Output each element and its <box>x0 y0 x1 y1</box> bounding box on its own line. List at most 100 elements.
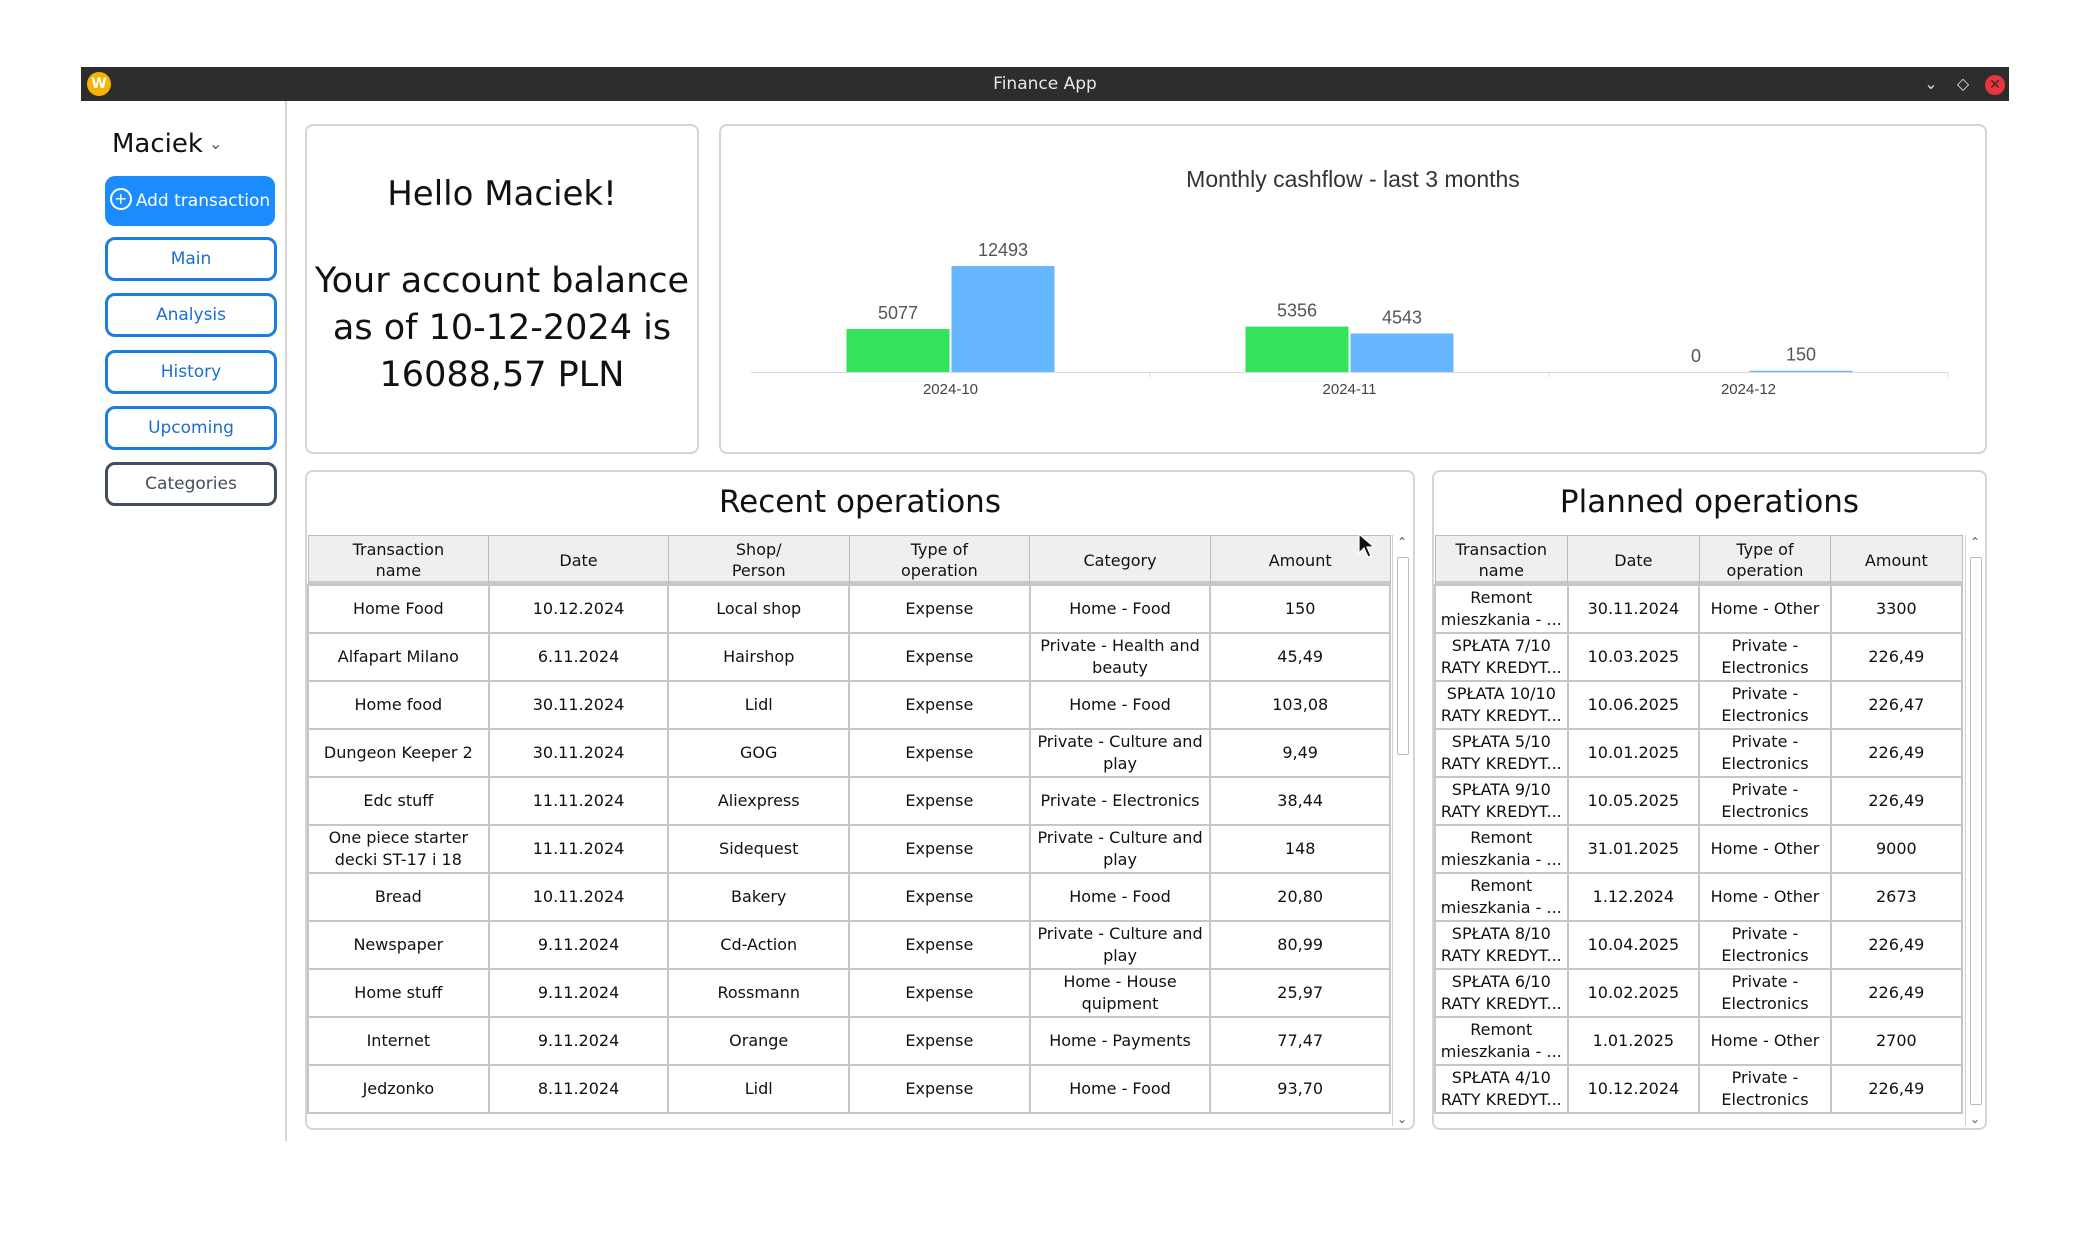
table-row[interactable]: Edc stuff 11.11.2024 Aliexpress Expense Priv… <box>307 776 1391 826</box>
table-cell: Private - Electronics <box>1698 728 1832 778</box>
table-row[interactable]: Alfapart Milano 6.11.2024 Hairshop Expense P… <box>307 632 1391 682</box>
table-row[interactable]: One piece starter decki ST-17 i 18 11.11.2… <box>307 824 1391 874</box>
table-cell: 10.02.2025 <box>1566 968 1701 1018</box>
table-row[interactable]: Newspaper 9.11.2024 Cd-Action Expense Privat… <box>307 920 1391 970</box>
scroll-up-icon[interactable]: ⌃ <box>1966 535 1984 549</box>
table-cell: 10.04.2025 <box>1566 920 1701 970</box>
column-header[interactable]: Type of operation <box>848 535 1031 586</box>
cashflow-chart: 2024-10 2024-11 2024-12 5077 5356 0 12493 4543 1… <box>751 240 1949 398</box>
user-select[interactable]: Maciek ⌄ <box>112 129 222 159</box>
table-cell: Remont mieszkania - ... <box>1434 584 1569 634</box>
scroll-down-icon[interactable]: ⌄ <box>1393 1112 1411 1126</box>
table-row[interactable]: SPŁATA 8/10 RATY KREDYT... 10.04.2025 Priva… <box>1434 920 1963 970</box>
table-cell: 1.01.2025 <box>1566 1016 1701 1066</box>
table-cell: 9,49 <box>1209 728 1391 778</box>
scroll-thumb[interactable] <box>1970 557 1982 1105</box>
balance-text: Your account balance as of 10-12-2024 is… <box>307 258 697 399</box>
table-cell: 30.11.2024 <box>1566 584 1701 634</box>
planned-scrollbar[interactable]: ⌃ ⌄ <box>1965 535 1984 1126</box>
table-cell: 150 <box>1209 584 1391 634</box>
minimize-icon[interactable]: ⌄ <box>1917 70 1945 98</box>
table-cell: 8.11.2024 <box>487 1064 670 1114</box>
column-header[interactable]: Transaction name <box>307 535 490 586</box>
table-row[interactable]: Dungeon Keeper 2 30.11.2024 GOG Expense Priv… <box>307 728 1391 778</box>
nav-history-button[interactable]: History <box>105 350 277 394</box>
add-transaction-button[interactable]: + Add transaction <box>105 176 275 226</box>
table-cell: 31.01.2025 <box>1566 824 1701 874</box>
table-cell: 10.03.2025 <box>1566 632 1701 682</box>
table-cell: 11.11.2024 <box>487 776 670 826</box>
column-header[interactable]: Amount <box>1830 535 1963 586</box>
bar[interactable] <box>1350 333 1454 372</box>
table-row[interactable]: SPŁATA 9/10 RATY KREDYT... 10.05.2025 Priva… <box>1434 776 1963 826</box>
table-cell: 25,97 <box>1209 968 1391 1018</box>
user-name: Maciek <box>112 129 203 159</box>
table-cell: 45,49 <box>1209 632 1391 682</box>
scroll-down-icon[interactable]: ⌄ <box>1966 1112 1984 1126</box>
table-cell: 9.11.2024 <box>487 1016 670 1066</box>
table-cell: Expense <box>848 680 1031 730</box>
column-header[interactable]: Date <box>1567 535 1700 586</box>
table-row[interactable]: Remont mieszkania - ... 31.01.2025 Home - O… <box>1434 824 1963 874</box>
nav-categories-button[interactable]: Categories <box>105 462 277 506</box>
recent-table-viewport: Transaction name Date Shop/Person Type of ope… <box>307 535 1391 1126</box>
table-cell: Newspaper <box>307 920 490 970</box>
table-row[interactable]: Remont mieszkania - ... 1.12.2024 Home - Ot… <box>1434 872 1963 922</box>
table-cell: Private - Electronics <box>1698 968 1832 1018</box>
close-icon[interactable]: ✕ <box>1981 70 2009 98</box>
column-header[interactable]: Category <box>1029 535 1211 586</box>
table-row[interactable]: SPŁATA 10/10 RATY KREDYT... 10.06.2025 Priv… <box>1434 680 1963 730</box>
recent-scrollbar[interactable]: ⌃ ⌄ <box>1392 535 1411 1126</box>
cashflow-chart-panel: Monthly cashflow - last 3 months 2024-10… <box>719 124 1987 454</box>
bar[interactable] <box>846 328 950 372</box>
table-row[interactable]: SPŁATA 5/10 RATY KREDYT... 10.01.2025 Priva… <box>1434 728 1963 778</box>
table-cell: 93,70 <box>1209 1064 1391 1114</box>
table-row[interactable]: Remont mieszkania - ... 1.01.2025 Home - Ot… <box>1434 1016 1963 1066</box>
column-header[interactable]: Transaction name <box>1434 535 1569 586</box>
table-cell: 226,49 <box>1829 1064 1963 1114</box>
nav-main-button[interactable]: Main <box>105 237 277 281</box>
table-cell: 9.11.2024 <box>487 968 670 1018</box>
table-cell: 10.11.2024 <box>487 872 670 922</box>
bar[interactable] <box>951 266 1055 372</box>
table-row[interactable]: Remont mieszkania - ... 30.11.2024 Home - O… <box>1434 584 1963 634</box>
table-row[interactable]: Internet 9.11.2024 Orange Expense Home - Pay… <box>307 1016 1391 1066</box>
recent-operations-title: Recent operations <box>719 484 1001 520</box>
scroll-up-icon[interactable]: ⌃ <box>1393 535 1411 549</box>
table-cell: Private - Culture and play <box>1028 920 1212 970</box>
table-row[interactable]: SPŁATA 7/10 RATY KREDYT... 10.03.2025 Priva… <box>1434 632 1963 682</box>
table-row[interactable]: Jedzonko 8.11.2024 Lidl Expense Home - Food 9… <box>307 1064 1391 1114</box>
nav-analysis-button[interactable]: Analysis <box>105 293 277 337</box>
table-cell: 226,49 <box>1829 776 1963 826</box>
maximize-icon[interactable]: ◇ <box>1949 70 1977 98</box>
bar[interactable] <box>1245 326 1349 372</box>
table-row[interactable]: SPŁATA 4/10 RATY KREDYT... 10.12.2024 Priva… <box>1434 1064 1963 1114</box>
column-header[interactable]: Type of operation <box>1698 535 1832 586</box>
scroll-thumb[interactable] <box>1397 557 1409 755</box>
mouse-cursor-icon <box>1358 533 1376 558</box>
table-row[interactable]: Home food 30.11.2024 Lidl Expense Home - Foo… <box>307 680 1391 730</box>
table-cell: Jedzonko <box>307 1064 490 1114</box>
table-cell: Home - Other <box>1698 584 1832 634</box>
table-cell: SPŁATA 5/10 RATY KREDYT... <box>1434 728 1569 778</box>
table-cell: 6.11.2024 <box>487 632 670 682</box>
bar[interactable] <box>1749 370 1853 372</box>
table-row[interactable]: SPŁATA 6/10 RATY KREDYT... 10.02.2025 Priva… <box>1434 968 1963 1018</box>
table-row[interactable]: Home Food 10.12.2024 Local shop Expense Home… <box>307 584 1391 634</box>
column-header[interactable]: Date <box>488 535 669 586</box>
table-cell: 103,08 <box>1209 680 1391 730</box>
column-header[interactable]: Shop/Person <box>667 535 850 586</box>
table-cell: 10.01.2025 <box>1566 728 1701 778</box>
table-cell: Remont mieszkania - ... <box>1434 1016 1569 1066</box>
window-title: Finance App <box>993 74 1097 94</box>
sidebar: Maciek ⌄ + Add transaction Main Analysis H… <box>81 101 287 1141</box>
planned-table-viewport: Transaction name Date Type of operation Amoun… <box>1434 535 1963 1126</box>
planned-operations-panel: Planned operations Transaction name Date Ty… <box>1432 470 1987 1130</box>
table-row[interactable]: Bread 10.11.2024 Bakery Expense Home - Food 2… <box>307 872 1391 922</box>
table-cell: Remont mieszkania - ... <box>1434 824 1569 874</box>
nav-upcoming-button[interactable]: Upcoming <box>105 406 277 450</box>
table-cell: 77,47 <box>1209 1016 1391 1066</box>
table-cell: Home - Other <box>1698 824 1832 874</box>
bar-value-label: 0 <box>1691 346 1701 366</box>
table-row[interactable]: Home stuff 9.11.2024 Rossmann Expense Home -… <box>307 968 1391 1018</box>
